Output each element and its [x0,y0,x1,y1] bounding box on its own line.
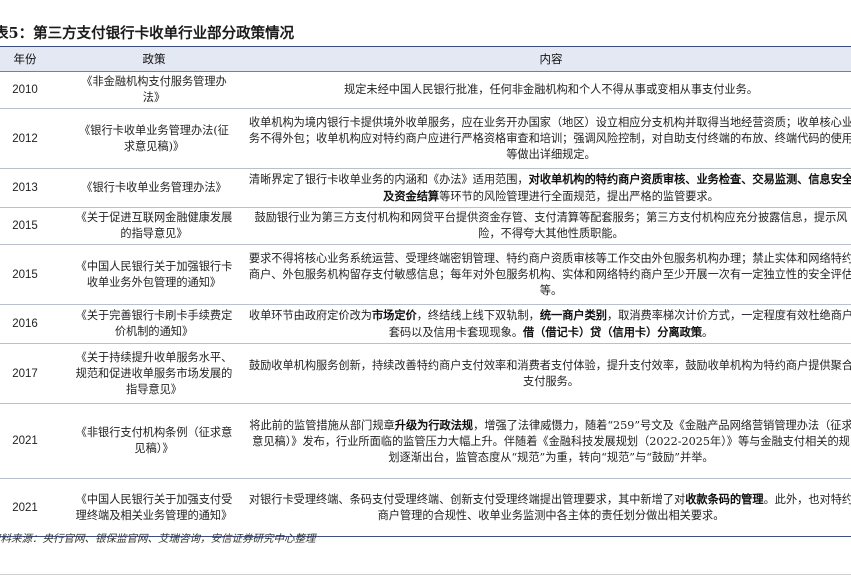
table-row: 2021 《中国人民银行关于加强支付受理终端及相关业务管理的通知》 对银行卡受理终端… [0,478,851,537]
page: 表5：第三方支付银行卡收单行业部分政策情况 年份 政策 内容 2010 《非金融机… [0,0,851,578]
policy-cell: 《关于持续提升收单服务水平、规范和促进收单服务市场发展的指导意见》 [64,343,244,404]
table-body: 2010 《非金融机构支付服务管理办法》 规定未经中国人民银行批准，任何非金融机构和… [0,71,851,537]
emphasis-text: 收款条码的管理 [685,492,764,506]
year-cell: 2015 [0,207,64,245]
table-row: 2017 《关于持续提升收单服务水平、规范和促进收单服务市场发展的指导意见》 鼓励收… [0,343,851,404]
policy-cell: 《中国人民银行关于加强支付受理终端及相关业务管理的通知》 [64,478,244,537]
content-cell: 鼓励银行业为第三方支付机构和网贷平台提供资金存管、支付清算等配套服务；第三方支付… [244,207,851,245]
content-text: ，终结线上线下双轨制， [416,309,540,322]
source-note: 资料来源：央行官网、银保监官网、艾瑞咨询，安信证券研究中心整理 [0,533,316,545]
year-cell: 2021 [0,478,64,537]
policy-cell: 《关于促进互联网金融健康发展的指导意见》 [64,207,244,245]
content-text: 收单机构为境内银行卡提供境外收单服务，应在业务开办国家（地区）设立相应分支机构并… [248,115,851,161]
table-row: 2015 《中国人民银行关于加强银行卡收单业务外包管理的通知》 要求不得将核心业务系… [0,244,851,305]
content-cell: 对银行卡受理终端、条码支付受理终端、创新支付受理终端提出管理要求，其中新增了对收… [244,478,851,537]
table-row: 2016 《关于完善银行卡刷卡手续费定价机制的通知》 收单环节由政府定价改为市场定价… [0,304,851,344]
year-cell: 2021 [0,403,64,479]
content-text: 。 [702,326,714,339]
table-row: 2015 《关于促进互联网金融健康发展的指导意见》 鼓励银行业为第三方支付机构和网贷… [0,207,851,245]
policy-cell: 《银行卡收单业务管理办法》 [64,168,244,208]
emphasis-text: 借（借记卡）贷（信用卡）分离政策 [523,325,703,339]
policy-cell: 《银行卡收单业务管理办法(征求意见稿)》 [64,108,244,169]
content-text: 收单环节由政府定价改为 [248,309,372,322]
content-text: 将此前的监管措施从部门规章 [249,418,395,432]
policy-cell: 《非金融机构支付服务管理办法》 [64,71,244,109]
content-cell: 规定未经中国人民银行批准，任何非金融机构和个人不得从事或变相从事支付业务。 [244,71,851,109]
year-cell: 2017 [0,343,64,404]
content-cell: 收单机构为境内银行卡提供境外收单服务，应在业务开办国家（地区）设立相应分支机构并… [244,108,851,169]
table-row: 2021 《非银行支付机构条例（征求意见稿）》 将此前的监管措施从部门规章升级为行政… [0,403,851,479]
content-text: 鼓励收单机构服务创新，持续改善特约商户支付效率和消费者支付体验，提升支付效率，鼓… [248,358,851,388]
content-text: 要求不得将核心业务系统运营、受理终端密钥管理、特约商户资质审核等工作交由外包服务… [248,251,851,297]
table-row: 2013 《银行卡收单业务管理办法》 清晰界定了银行卡收单业务的内涵和《办法》适用范… [0,168,851,208]
content-text: 清晰界定了银行卡收单业务的内涵和《办法》适用范围， [248,173,529,186]
content-text: 规定未经中国人民银行批准，任何非金融机构和个人不得从事或变相从事支付业务。 [344,83,758,96]
content-cell: 收单环节由政府定价改为市场定价，终结线上线下双轨制，统一商户类别，取消费率梯次计… [244,304,851,344]
table-title: 表5：第三方支付银行卡收单行业部分政策情况 [0,25,295,42]
year-cell: 2015 [0,244,64,305]
header-year: 年份 [0,46,64,72]
table-row: 2012 《银行卡收单业务管理办法(征求意见稿)》 收单机构为境内银行卡提供境外收单… [0,108,851,169]
year-cell: 2016 [0,304,64,344]
content-cell: 鼓励收单机构服务创新，持续改善特约商户支付效率和消费者支付体验，提升支付效率，鼓… [244,343,851,404]
year-cell: 2010 [0,71,64,109]
content-text: 鼓励银行业为第三方支付机构和网贷平台提供资金存管、支付清算等配套服务；第三方支付… [254,211,848,240]
policy-cell: 《关于完善银行卡刷卡手续费定价机制的通知》 [64,304,244,344]
emphasis-text: 统一商户类别 [539,308,607,322]
content-cell: 将此前的监管措施从部门规章升级为行政法规，增强了法律威慑力，随着“259”号文及… [244,403,851,479]
table-header: 年份 政策 内容 [0,46,851,72]
content-cell: 清晰界定了银行卡收单业务的内涵和《办法》适用范围，对收单机构的特约商户资质审核、… [244,168,851,208]
policy-cell: 《非银行支付机构条例（征求意见稿）》 [64,403,244,479]
year-cell: 2012 [0,108,64,169]
year-cell: 2013 [0,168,64,208]
policy-cell: 《中国人民银行关于加强银行卡收单业务外包管理的通知》 [64,244,244,305]
header-content: 内容 [244,46,851,72]
page-divider [0,574,851,575]
table-row: 2010 《非金融机构支付服务管理办法》 规定未经中国人民银行批准，任何非金融机构和… [0,71,851,109]
policy-table: 年份 政策 内容 2010 《非金融机构支付服务管理办法》 规定未经中国人民银行批准… [0,46,851,537]
emphasis-text: 市场定价 [371,308,417,322]
emphasis-text: 升级为行政法规 [394,417,474,432]
content-text: 等环节的风险管理进行全面规范，提出严格的监管要求。 [439,190,719,203]
content-text: 对银行卡受理终端、条码支付受理终端、创新支付受理终端提出管理要求，其中新增了对 [248,493,686,506]
content-cell: 要求不得将核心业务系统运营、受理终端密钥管理、特约商户资质审核等工作交由外包服务… [244,244,851,305]
header-policy: 政策 [64,46,244,72]
